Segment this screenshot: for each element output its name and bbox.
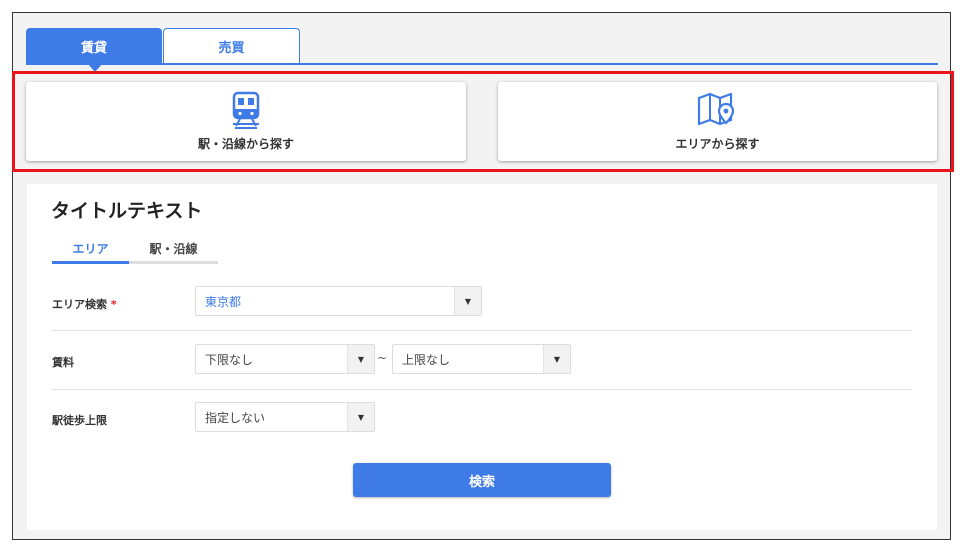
chevron-down-icon: ▼ bbox=[543, 345, 570, 373]
area-row: エリア検索 * 東京都 ▼ bbox=[52, 286, 912, 320]
rent-max-value: 上限なし bbox=[402, 352, 451, 367]
rent-label: 賃料 bbox=[52, 356, 74, 369]
rent-max-select[interactable]: 上限なし ▼ bbox=[392, 344, 571, 374]
range-separator: ~ bbox=[377, 351, 388, 365]
subtab-area[interactable]: エリア bbox=[52, 236, 129, 264]
walk-select-value: 指定しない bbox=[205, 410, 266, 425]
tab-sale[interactable]: 売買 bbox=[163, 28, 300, 64]
area-label-text: エリア検索 bbox=[52, 298, 107, 311]
highlight-box bbox=[12, 71, 954, 172]
tab-rent[interactable]: 賃貸 bbox=[26, 28, 162, 72]
area-select[interactable]: 東京都 ▼ bbox=[195, 286, 482, 316]
area-label: エリア検索 * bbox=[52, 296, 117, 312]
divider bbox=[51, 330, 912, 331]
walk-label: 駅徒歩上限 bbox=[52, 414, 107, 427]
search-mode-tabs: エリア 駅・沿線 bbox=[52, 236, 218, 264]
required-mark: * bbox=[110, 298, 117, 311]
chevron-down-icon: ▼ bbox=[347, 345, 374, 373]
rent-min-select[interactable]: 下限なし ▼ bbox=[195, 344, 375, 374]
chevron-down-icon: ▼ bbox=[454, 287, 481, 315]
subtab-station[interactable]: 駅・沿線 bbox=[129, 236, 218, 264]
divider bbox=[51, 389, 912, 390]
walk-row: 駅徒歩上限 指定しない ▼ bbox=[52, 402, 912, 436]
chevron-down-icon: ▼ bbox=[347, 403, 374, 431]
area-select-value: 東京都 bbox=[205, 294, 242, 309]
search-form-panel: タイトルテキスト エリア 駅・沿線 エリア検索 * 東京都 ▼ 賃料 下限なし … bbox=[27, 184, 937, 530]
rent-row: 賃料 下限なし ▼ ~ 上限なし ▼ bbox=[52, 344, 912, 378]
rent-min-value: 下限なし bbox=[205, 352, 254, 367]
search-button[interactable]: 検索 bbox=[353, 463, 611, 497]
walk-select[interactable]: 指定しない ▼ bbox=[195, 402, 375, 432]
tab-underline bbox=[26, 63, 938, 65]
section-title: タイトルテキスト bbox=[51, 200, 203, 222]
